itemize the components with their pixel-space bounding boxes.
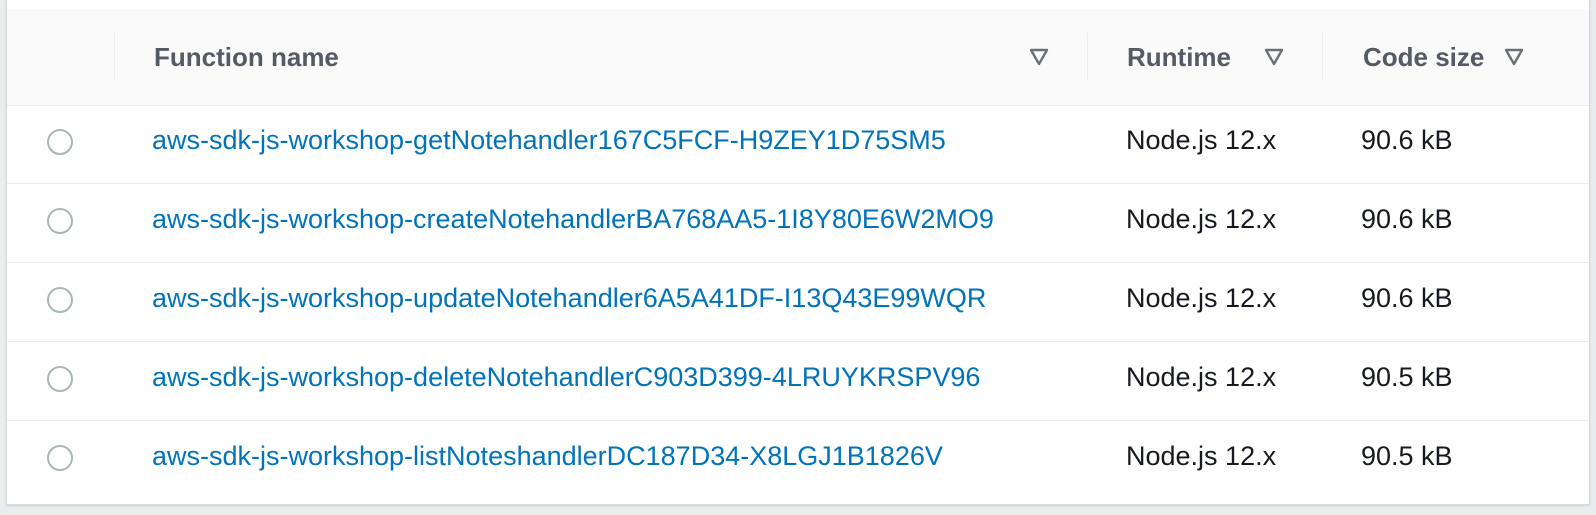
- column-header-label: Runtime: [1127, 41, 1231, 72]
- sort-caret-down-icon[interactable]: [1503, 47, 1525, 67]
- code-size-cell: 90.6 kB: [1361, 283, 1453, 313]
- header-divider: [1322, 33, 1323, 81]
- function-name-link[interactable]: aws-sdk-js-workshop-listNoteshandlerDC18…: [152, 441, 943, 472]
- table-header: Function name Runtime Code size: [7, 9, 1589, 106]
- runtime-cell: Node.js 12.x: [1126, 283, 1277, 313]
- row-select-radio[interactable]: [47, 129, 73, 155]
- column-header-runtime[interactable]: Runtime: [1127, 9, 1231, 105]
- function-name-link[interactable]: aws-sdk-js-workshop-createNotehandlerBA7…: [152, 204, 994, 235]
- header-divider: [1087, 33, 1088, 81]
- row-select-radio[interactable]: [47, 287, 73, 313]
- column-header-code-size[interactable]: Code size: [1363, 9, 1484, 105]
- runtime-cell: Node.js 12.x: [1126, 204, 1277, 234]
- column-header-label: Function name: [154, 41, 339, 72]
- column-header-label: Code size: [1363, 41, 1485, 72]
- column-header-function-name[interactable]: Function name: [154, 9, 339, 105]
- function-name-link[interactable]: aws-sdk-js-workshop-getNotehandler167C5F…: [152, 125, 946, 156]
- function-name-link[interactable]: aws-sdk-js-workshop-deleteNotehandlerC90…: [152, 362, 980, 393]
- table-row[interactable]: aws-sdk-js-workshop-updateNotehandler6A5…: [7, 263, 1589, 342]
- runtime-cell: Node.js 12.x: [1126, 362, 1277, 392]
- sort-caret-down-icon[interactable]: [1263, 47, 1285, 67]
- code-size-cell: 90.6 kB: [1361, 125, 1453, 155]
- table-row[interactable]: aws-sdk-js-workshop-getNotehandler167C5F…: [7, 105, 1589, 184]
- table-row[interactable]: aws-sdk-js-workshop-listNoteshandlerDC18…: [7, 421, 1589, 500]
- row-select-radio[interactable]: [47, 208, 73, 234]
- functions-table: Function name Runtime Code size aws-sdk-…: [6, 0, 1590, 505]
- code-size-cell: 90.5 kB: [1361, 441, 1453, 471]
- sort-caret-down-icon[interactable]: [1028, 47, 1050, 67]
- row-select-radio[interactable]: [47, 445, 73, 471]
- table-row[interactable]: aws-sdk-js-workshop-deleteNotehandlerC90…: [7, 342, 1589, 421]
- table-row[interactable]: aws-sdk-js-workshop-createNotehandlerBA7…: [7, 184, 1589, 263]
- row-select-radio[interactable]: [47, 366, 73, 392]
- code-size-cell: 90.5 kB: [1361, 362, 1453, 392]
- code-size-cell: 90.6 kB: [1361, 204, 1453, 234]
- header-divider: [114, 33, 115, 81]
- runtime-cell: Node.js 12.x: [1126, 441, 1277, 471]
- runtime-cell: Node.js 12.x: [1126, 125, 1277, 155]
- function-name-link[interactable]: aws-sdk-js-workshop-updateNotehandler6A5…: [152, 283, 986, 314]
